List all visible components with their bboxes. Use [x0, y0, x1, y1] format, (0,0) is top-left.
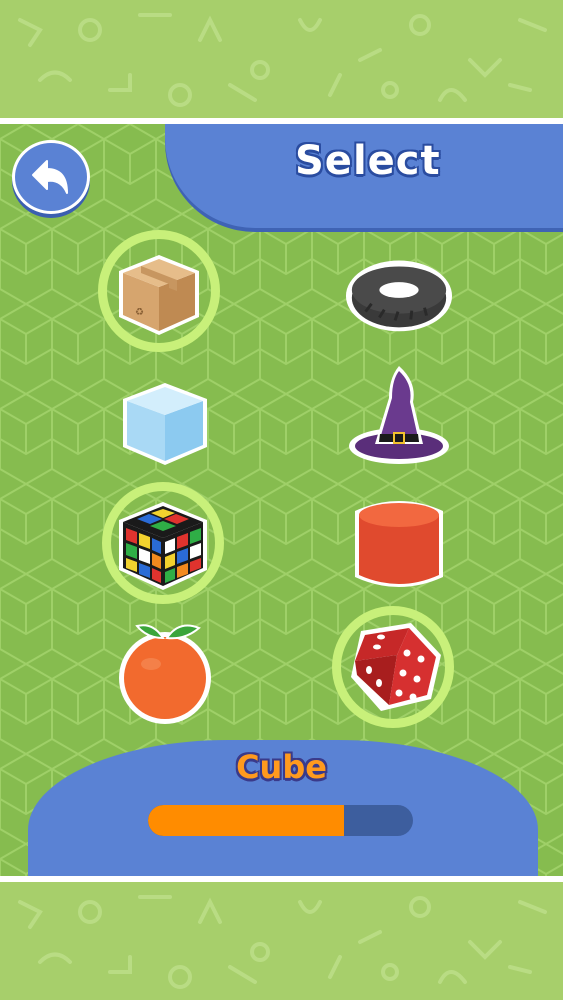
- orange-icon: [119, 624, 211, 724]
- tire-icon: [345, 260, 453, 332]
- svg-text:♻: ♻: [135, 307, 144, 318]
- item-witch-hat[interactable]: [344, 360, 454, 470]
- progress-fill: [148, 805, 345, 836]
- item-cardboard-box[interactable]: ♻: [104, 236, 214, 346]
- back-button[interactable]: [12, 140, 90, 214]
- item-tire[interactable]: [344, 236, 454, 346]
- back-arrow-icon: [32, 160, 68, 194]
- decorative-pattern-top: [0, 0, 563, 118]
- item-cylinder[interactable]: [344, 490, 454, 600]
- decorative-pattern-bottom: [0, 882, 563, 1000]
- answer-label: Cube: [236, 748, 327, 786]
- item-orange[interactable]: [110, 614, 220, 724]
- item-dice[interactable]: [338, 612, 448, 722]
- cardboard-box-icon: ♻: [119, 255, 199, 335]
- item-ice-cube[interactable]: [110, 366, 220, 476]
- title-banner: Select: [165, 124, 563, 228]
- item-rubiks-cube[interactable]: [108, 488, 218, 598]
- ice-cube-icon: [123, 383, 207, 465]
- cylinder-icon: [355, 501, 443, 587]
- page-title: Select: [295, 138, 441, 184]
- witch-hat-icon: [349, 366, 449, 464]
- dice-icon: [351, 623, 441, 711]
- progress-bar: [148, 805, 413, 836]
- rubiks-cube-icon: [119, 502, 207, 590]
